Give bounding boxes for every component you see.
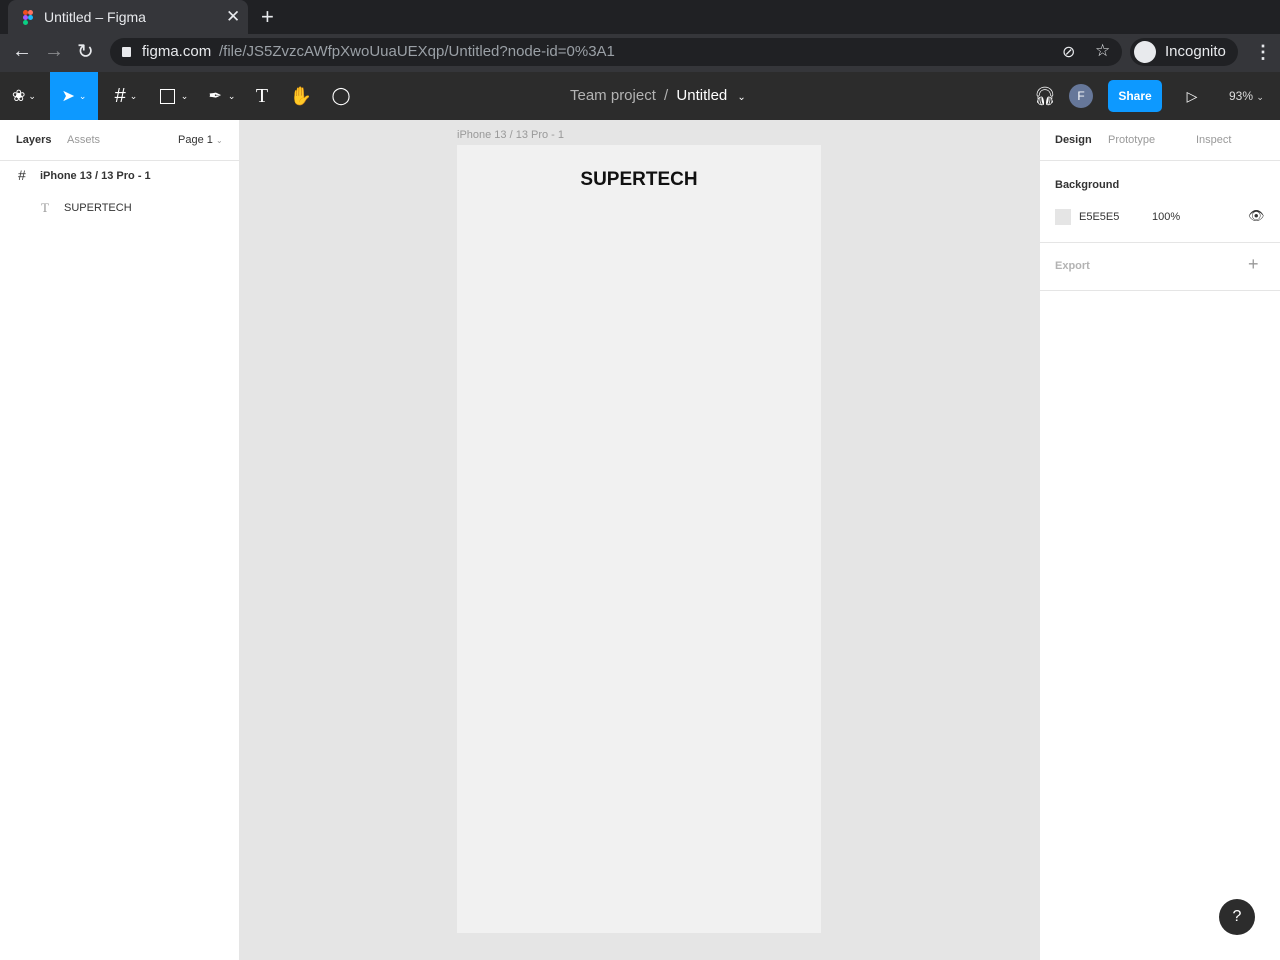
frame-hash-icon: # [18, 167, 26, 183]
iphone-frame[interactable]: SUPERTECH [457, 145, 821, 933]
bookmark-star-icon[interactable]: ☆ [1095, 41, 1110, 61]
background-hex-input[interactable]: E5E5E5 [1079, 211, 1119, 223]
pen-icon: ✒ [208, 88, 222, 105]
browser-tab-bar: Untitled – Figma ✕ + [0, 0, 1280, 34]
frame-label[interactable]: iPhone 13 / 13 Pro - 1 [457, 129, 564, 141]
chevron-down-icon[interactable]: ⌄ [737, 92, 745, 103]
divider [1040, 290, 1280, 291]
background-color-swatch[interactable] [1055, 209, 1071, 225]
browser-tab[interactable]: Untitled – Figma ✕ [8, 0, 248, 34]
chevron-down-icon: ⌄ [180, 90, 189, 101]
frame-tool-button[interactable]: # ⌄ [106, 72, 146, 120]
file-name[interactable]: Untitled [676, 87, 727, 104]
layers-panel: Layers Assets Page 1 ⌄ # iPhone 13 / 13 … [0, 120, 240, 960]
page-name: Page 1 [178, 134, 213, 146]
chevron-down-icon: ⌄ [28, 90, 36, 101]
chevron-down-icon: ⌄ [1256, 92, 1264, 102]
export-heading: Export [1055, 260, 1090, 272]
forward-icon[interactable]: → [44, 40, 64, 63]
rectangle-icon [159, 88, 175, 104]
layer-item-text[interactable]: T SUPERTECH [0, 196, 239, 220]
visibility-eye-icon[interactable]: 👁︎ [1248, 208, 1265, 224]
browser-menu-icon[interactable]: ⋮ [1254, 42, 1272, 63]
project-name[interactable]: Team project [570, 87, 656, 104]
reload-icon[interactable]: ↻ [77, 39, 94, 64]
zoom-level: 93% [1229, 89, 1254, 103]
url-host: figma.com [142, 43, 212, 60]
layer-name: iPhone 13 / 13 Pro - 1 [40, 170, 151, 182]
divider [1040, 160, 1280, 161]
figma-favicon-icon [23, 10, 33, 25]
chevron-down-icon: ⌄ [215, 136, 223, 145]
hand-tool-icon[interactable]: ✋ [288, 72, 314, 120]
lock-icon [122, 47, 131, 57]
incognito-icon [1134, 41, 1156, 63]
shape-tool-button[interactable]: ⌄ [154, 72, 194, 120]
help-button[interactable]: ? [1219, 899, 1255, 935]
breadcrumb-separator: / [664, 87, 669, 104]
divider [1040, 242, 1280, 243]
pen-tool-button[interactable]: ✒ ⌄ [202, 72, 242, 120]
url-input[interactable]: figma.com /file/JS5ZvzcAWfpXwoUuaUEXqp/U… [110, 38, 1122, 66]
url-path: /file/JS5ZvzcAWfpXwoUuaUEXqp/Untitled?no… [219, 43, 615, 60]
background-heading: Background [1055, 179, 1120, 191]
chevron-down-icon: ⌄ [129, 90, 138, 101]
tab-design[interactable]: Design [1055, 134, 1092, 146]
tab-title: Untitled – Figma [44, 9, 146, 25]
incognito-label: Incognito [1165, 43, 1226, 60]
tab-layers[interactable]: Layers [16, 134, 51, 146]
figma-logo-icon: ❀ [12, 88, 26, 105]
comment-tool-icon[interactable]: ◯ [330, 72, 352, 120]
incognito-badge[interactable]: Incognito [1130, 38, 1238, 66]
layer-item-frame[interactable]: # iPhone 13 / 13 Pro - 1 [0, 164, 239, 188]
back-icon[interactable]: ← [12, 40, 32, 63]
new-tab-icon[interactable]: + [261, 4, 274, 30]
close-tab-icon[interactable]: ✕ [226, 7, 240, 27]
headphones-icon[interactable]: 🎧︎ [1034, 72, 1057, 120]
chevron-down-icon: ⌄ [227, 90, 236, 101]
text-tool-icon[interactable]: T [250, 72, 274, 120]
page-selector[interactable]: Page 1 ⌄ [178, 134, 223, 146]
move-tool-button[interactable]: ➤ ⌄ [50, 72, 98, 120]
main-menu-button[interactable]: ❀ ⌄ [6, 72, 42, 120]
properties-panel: Design Prototype Inspect Background E5E5… [1039, 120, 1280, 960]
share-button[interactable]: Share [1108, 80, 1162, 112]
layer-name: SUPERTECH [64, 202, 132, 214]
tab-assets[interactable]: Assets [67, 134, 100, 146]
text-layer-icon: T [41, 200, 49, 215]
present-play-icon[interactable]: ▷ [1182, 72, 1202, 120]
figma-toolbar: ❀ ⌄ ➤ ⌄ # ⌄ ⌄ ✒ ⌄ T ✋ ◯ Team project / Untit… [0, 72, 1280, 120]
tab-prototype[interactable]: Prototype [1108, 134, 1155, 146]
divider [0, 160, 239, 161]
chevron-down-icon: ⌄ [78, 90, 87, 101]
tab-inspect[interactable]: Inspect [1196, 134, 1231, 146]
frame-hash-icon: # [114, 84, 126, 107]
frame-title-text[interactable]: SUPERTECH [457, 169, 821, 191]
avatar[interactable]: F [1069, 84, 1093, 108]
tracking-eye-off-icon[interactable]: ⊘ [1062, 42, 1075, 62]
background-opacity-input[interactable]: 100% [1152, 211, 1180, 223]
zoom-dropdown[interactable]: 93% ⌄ [1229, 89, 1264, 103]
add-export-plus-icon[interactable]: + [1248, 254, 1259, 275]
cursor-arrow-icon: ➤ [61, 88, 75, 105]
